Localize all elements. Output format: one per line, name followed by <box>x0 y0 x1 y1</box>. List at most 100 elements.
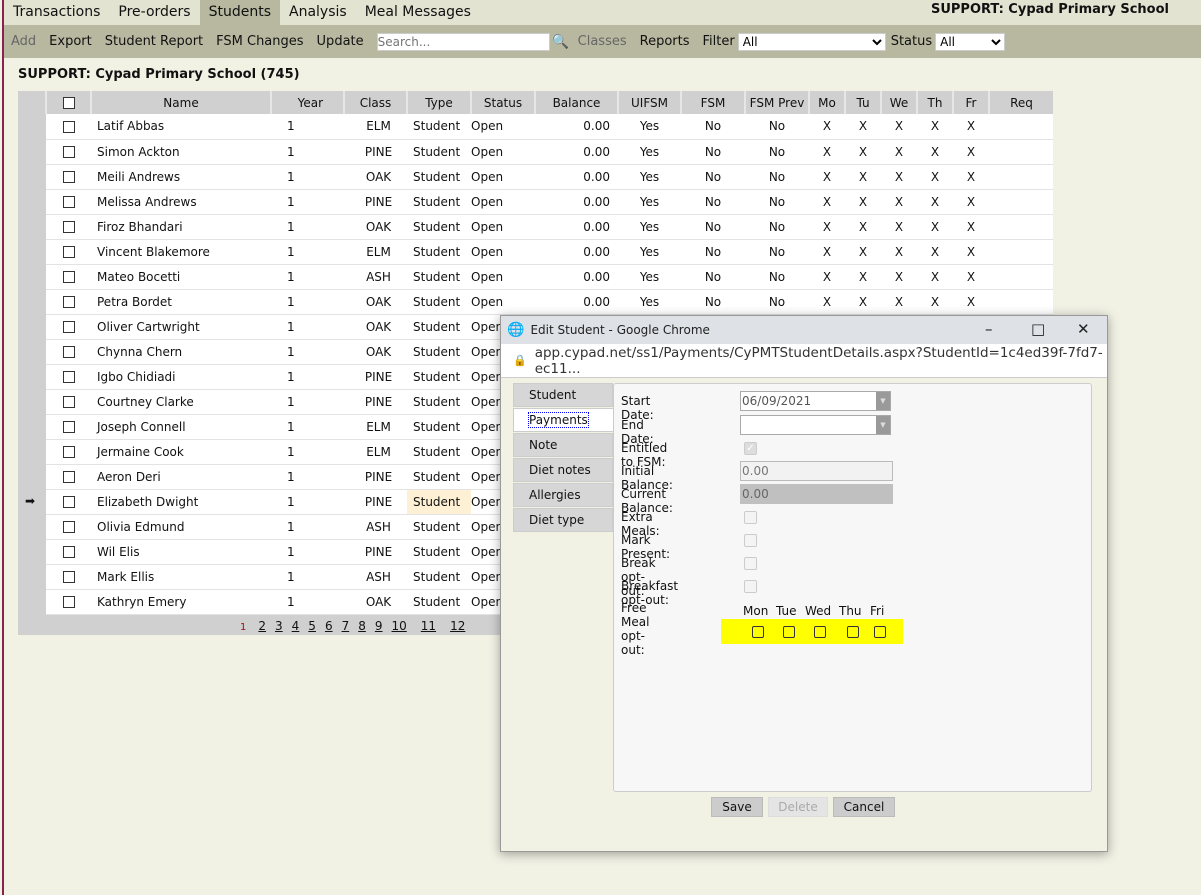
search-input[interactable] <box>376 32 550 51</box>
row-checkbox[interactable] <box>62 571 75 583</box>
reports-button[interactable]: Reports <box>640 34 690 49</box>
page-link[interactable]: 9 <box>375 619 383 633</box>
entitled-fsm-checkbox[interactable]: ✓ <box>744 442 757 455</box>
column-header[interactable]: We <box>880 91 917 114</box>
row-checkbox[interactable] <box>62 171 75 183</box>
tab-diet-notes[interactable]: Diet notes <box>513 458 613 482</box>
row-checkbox[interactable] <box>62 120 75 133</box>
page-link[interactable]: 6 <box>325 619 333 633</box>
column-header[interactable]: Fr <box>952 91 989 114</box>
fri-checkbox[interactable] <box>874 626 886 638</box>
free-meal-opt-out-label: Free Meal opt-out: <box>621 601 650 657</box>
row-checkbox[interactable] <box>62 496 75 508</box>
export-button[interactable]: Export <box>49 34 92 49</box>
tab-analysis[interactable]: Analysis <box>280 0 356 25</box>
page-link[interactable]: 3 <box>275 619 283 633</box>
column-header[interactable]: Tu <box>844 91 881 114</box>
row-checkbox[interactable] <box>62 296 75 308</box>
tab-transactions[interactable]: Transactions <box>4 0 109 25</box>
page-link[interactable]: 12 <box>450 619 465 633</box>
tab-students[interactable]: Students <box>199 0 280 25</box>
minimize-icon[interactable]: – <box>985 320 993 338</box>
table-row[interactable]: Latif Abbas 1 ELM Student Open 0.00 Yes No No X X X… <box>46 114 1053 140</box>
row-checkbox[interactable] <box>62 471 75 483</box>
page-link[interactable]: 4 <box>292 619 300 633</box>
row-checkbox[interactable] <box>62 221 75 233</box>
page-link[interactable]: 8 <box>358 619 366 633</box>
table-row[interactable]: Simon Ackton 1 PINE Student Open 0.00 Yes No No X… <box>46 139 1053 165</box>
row-checkbox[interactable] <box>62 421 75 433</box>
maximize-icon[interactable]: □ <box>1031 320 1045 338</box>
search-icon[interactable]: 🔍 <box>552 34 570 50</box>
row-checkbox[interactable] <box>62 596 75 608</box>
column-header[interactable]: UIFSM <box>617 91 681 114</box>
column-header[interactable]: Req <box>988 91 1053 114</box>
tab-meal-messages[interactable]: Meal Messages <box>356 0 480 25</box>
page-link[interactable]: 2 <box>258 619 266 633</box>
row-checkbox[interactable] <box>62 346 75 358</box>
column-header[interactable]: Th <box>916 91 953 114</box>
tab-diet-type[interactable]: Diet type <box>513 508 613 532</box>
tab-note[interactable]: Note <box>513 433 613 457</box>
column-header[interactable]: Balance <box>534 91 618 114</box>
table-row[interactable]: Petra Bordet 1 OAK Student Open 0.00 Yes No No X X… <box>46 289 1053 315</box>
update-button[interactable]: Update <box>317 34 364 49</box>
mark-present-checkbox[interactable] <box>744 534 757 547</box>
thu-checkbox[interactable] <box>847 626 859 638</box>
page-link[interactable]: 5 <box>308 619 316 633</box>
page-link[interactable]: 7 <box>342 619 350 633</box>
row-checkbox[interactable] <box>62 446 75 458</box>
row-checkbox[interactable] <box>62 246 75 258</box>
student-report-button[interactable]: Student Report <box>105 34 203 49</box>
tue-checkbox[interactable] <box>783 626 795 638</box>
page-link[interactable]: 10 <box>392 619 407 633</box>
breakfast-opt-out-checkbox[interactable] <box>744 580 757 593</box>
table-row[interactable]: Mateo Bocetti 1 ASH Student Open 0.00 Yes No No X… <box>46 264 1053 290</box>
column-header[interactable]: Class <box>343 91 407 114</box>
initial-balance-input[interactable]: 0.00 <box>740 461 893 481</box>
fsm-changes-button[interactable]: FSM Changes <box>216 34 303 49</box>
start-date-input[interactable]: 06/09/2021 ▼ <box>740 391 891 411</box>
tab-pre-orders[interactable]: Pre-orders <box>109 0 199 25</box>
row-checkbox[interactable] <box>62 396 75 408</box>
row-checkbox[interactable] <box>62 271 75 283</box>
status-select[interactable]: All <box>935 32 1006 51</box>
column-header[interactable]: FSM <box>680 91 745 114</box>
mon-checkbox[interactable] <box>752 626 764 638</box>
chevron-down-icon[interactable]: ▼ <box>876 392 890 410</box>
table-row[interactable]: Melissa Andrews 1 PINE Student Open 0.00 Yes No… <box>46 189 1053 215</box>
table-row[interactable]: Meili Andrews 1 OAK Student Open 0.00 Yes No No X… <box>46 164 1053 190</box>
select-all-header[interactable] <box>45 91 91 114</box>
end-date-input[interactable]: ▼ <box>740 415 891 435</box>
close-icon[interactable]: ✕ <box>1077 320 1090 338</box>
row-checkbox[interactable] <box>62 321 75 333</box>
filter-select[interactable]: All <box>737 32 886 51</box>
row-checkbox[interactable] <box>62 196 75 208</box>
row-checkbox[interactable] <box>62 546 75 558</box>
cancel-button[interactable]: Cancel <box>833 797 895 817</box>
delete-button[interactable]: Delete <box>768 797 828 817</box>
column-header[interactable]: Mo <box>808 91 845 114</box>
tab-student[interactable]: Student <box>513 383 613 407</box>
row-checkbox[interactable] <box>62 521 75 533</box>
chevron-down-icon[interactable]: ▼ <box>876 416 890 434</box>
column-header[interactable]: Type <box>406 91 471 114</box>
column-header[interactable]: Status <box>470 91 535 114</box>
column-header[interactable]: FSM Prev <box>744 91 809 114</box>
column-header[interactable]: Name <box>90 91 271 114</box>
wed-checkbox[interactable] <box>814 626 826 638</box>
row-checkbox[interactable] <box>62 146 75 158</box>
table-row[interactable]: Vincent Blakemore 1 ELM Student Open 0.00 Yes N… <box>46 239 1053 265</box>
select-all-checkbox[interactable] <box>62 97 75 109</box>
extra-meals-checkbox[interactable] <box>744 511 757 524</box>
column-header[interactable]: Year <box>270 91 344 114</box>
break-opt-out-checkbox[interactable] <box>744 557 757 570</box>
tab-allergies[interactable]: Allergies <box>513 483 613 507</box>
add-button[interactable]: Add <box>11 34 36 49</box>
row-checkbox[interactable] <box>62 371 75 383</box>
tab-payments[interactable]: Payments <box>513 408 613 432</box>
page-link[interactable]: 11 <box>421 619 436 633</box>
table-row[interactable]: Firoz Bhandari 1 OAK Student Open 0.00 Yes No No… <box>46 214 1053 240</box>
classes-button[interactable]: Classes <box>578 34 627 49</box>
save-button[interactable]: Save <box>711 797 763 817</box>
